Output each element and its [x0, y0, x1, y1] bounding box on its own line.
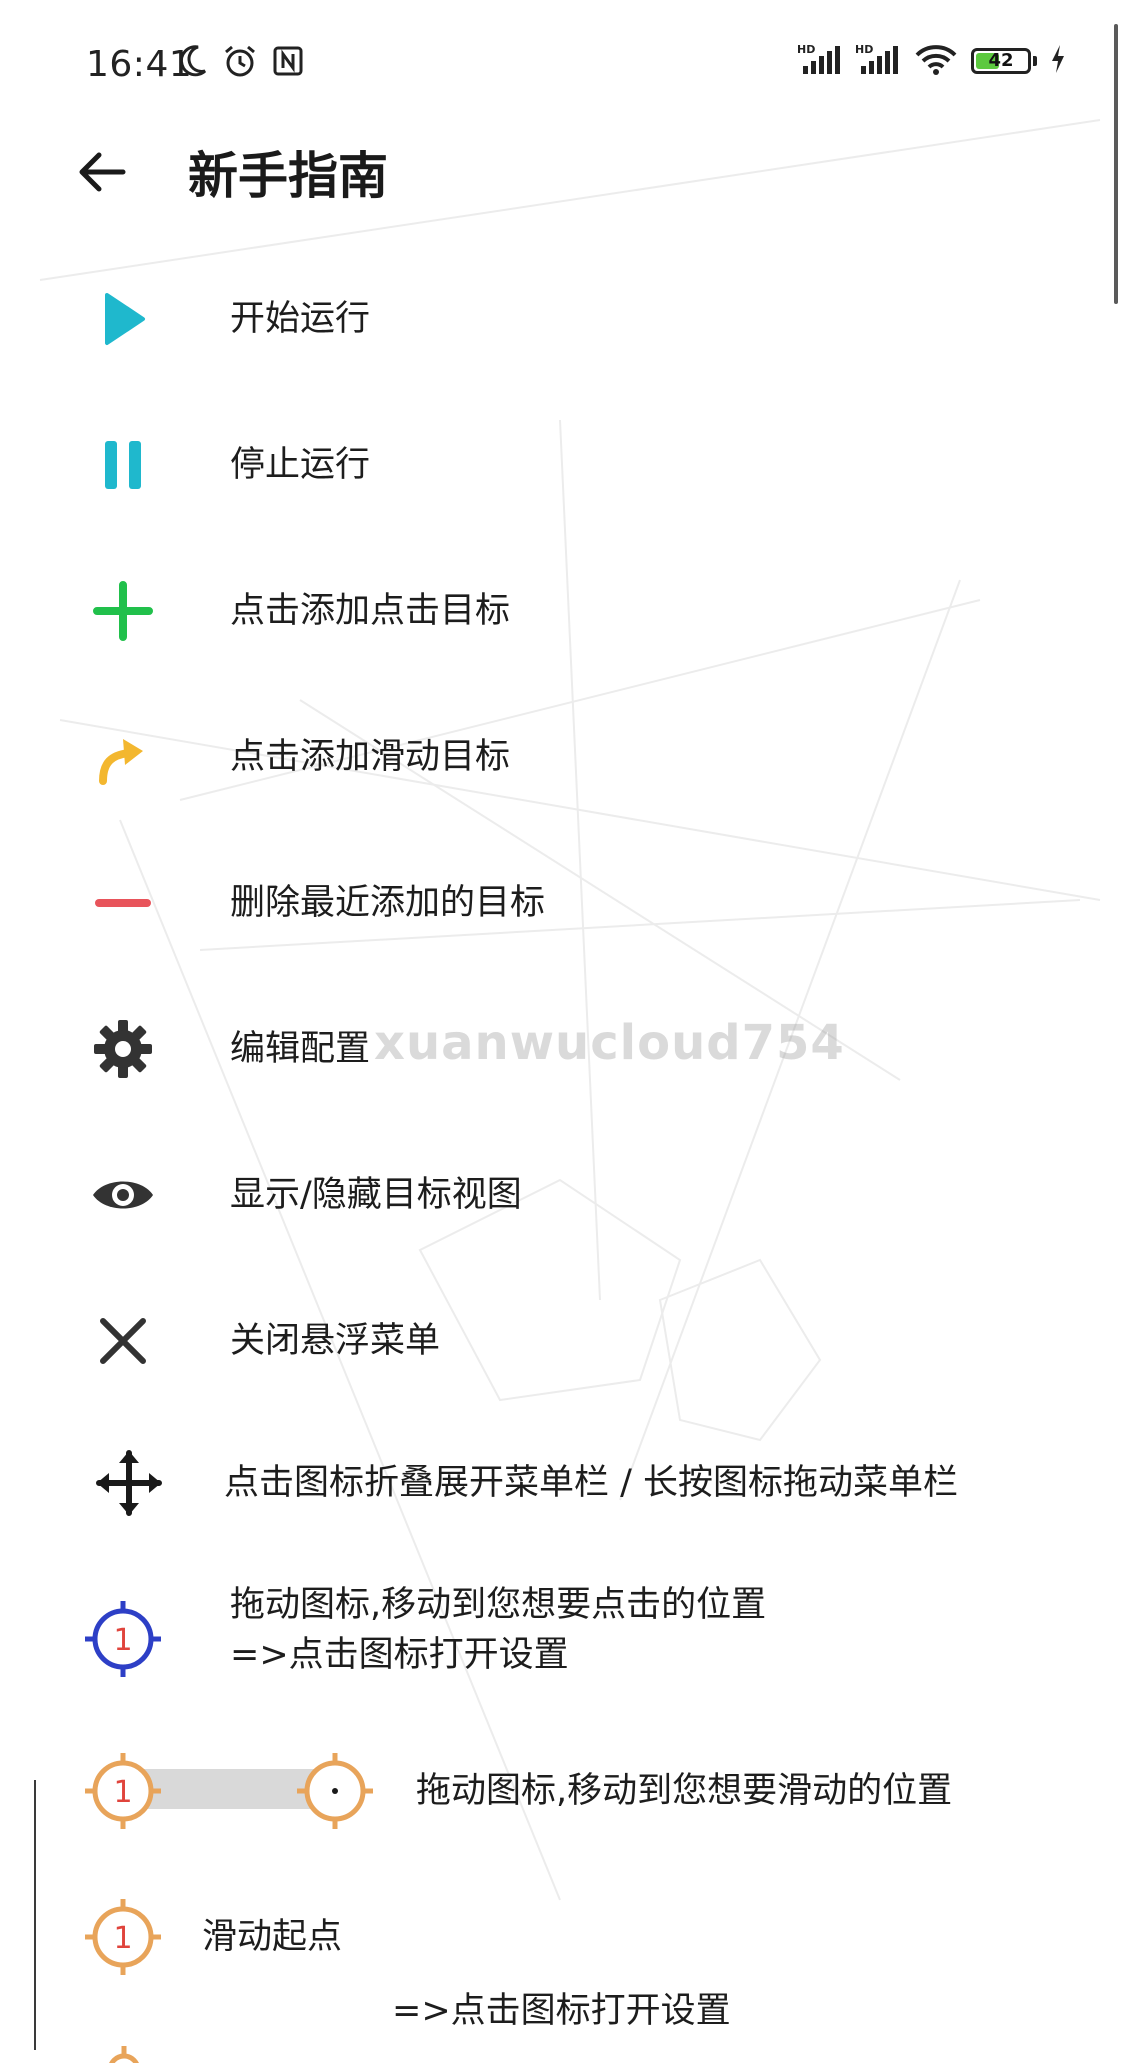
- status-time: 16:41: [86, 44, 193, 85]
- left-edge-line: [34, 1780, 36, 2050]
- swipe-start-target-icon: 1: [82, 1750, 164, 1832]
- swipe-end-target-icon: [294, 1750, 376, 1832]
- guide-item-add-click: 点击添加点击目标: [0, 566, 1139, 656]
- alarm-icon: [222, 44, 258, 82]
- partial-next-item-icon: [104, 2046, 144, 2063]
- crosshair-target-icon: 1: [82, 1598, 164, 1680]
- guide-item-delete: 删除最近添加的目标: [0, 858, 1139, 948]
- guide-item-label: 点击图标折叠展开菜单栏 / 长按图标拖动菜单栏: [224, 1463, 959, 1503]
- battery-icon: 42: [971, 48, 1037, 74]
- guide-item-sublabel: =>点击图标打开设置: [392, 1991, 731, 2031]
- battery-body: 42: [971, 48, 1031, 74]
- guide-item-label: 显示/隐藏目标视图: [230, 1175, 522, 1215]
- header: 新手指南: [0, 120, 1139, 220]
- guide-item-toggle-view: 显示/隐藏目标视图: [0, 1150, 1139, 1240]
- close-icon: [82, 1300, 164, 1382]
- guide-item-label: 关闭悬浮菜单: [230, 1321, 441, 1361]
- minus-icon: [82, 862, 164, 944]
- guide-item-label: 拖动图标,移动到您想要点击的位置: [230, 1585, 767, 1625]
- wifi-icon: [913, 42, 959, 80]
- move-icon: [88, 1442, 170, 1524]
- svg-text:HD: HD: [855, 43, 873, 56]
- arrow-left-icon: [79, 152, 126, 192]
- hd-signal-icon: HD: [797, 42, 843, 80]
- status-left-icons: [178, 44, 304, 82]
- guide-item-sublabel: =>点击图标打开设置: [230, 1635, 569, 1675]
- guide-item-label: 停止运行: [230, 445, 371, 485]
- pause-icon: [82, 424, 164, 506]
- guide-item-move-menu: 点击图标折叠展开菜单栏 / 长按图标拖动菜单栏: [0, 1438, 1139, 1528]
- watermark-text: xuanwucloud754: [374, 1015, 845, 1071]
- moon-icon: [178, 44, 208, 82]
- nfc-icon: [272, 44, 304, 82]
- battery-nub: [1033, 56, 1037, 66]
- guide-item-label: 点击添加滑动目标: [230, 737, 511, 777]
- guide-item-label: 拖动图标,移动到您想要滑动的位置: [416, 1771, 953, 1811]
- plus-icon: [82, 570, 164, 652]
- guide-item-click-target: 1 拖动图标,移动到您想要点击的位置 =>点击图标打开设置: [0, 1580, 1139, 1700]
- guide-item-label: 点击添加点击目标: [230, 591, 511, 631]
- page-title: 新手指南: [188, 147, 388, 205]
- hd-signal-icon: HD: [855, 42, 901, 80]
- guide-item-add-swipe: 点击添加滑动目标: [0, 712, 1139, 802]
- battery-level: 42: [988, 50, 1014, 71]
- guide-item-close-menu: 关闭悬浮菜单: [0, 1296, 1139, 1386]
- target-number: 1: [113, 1623, 132, 1658]
- guide-item-label: 滑动起点: [202, 1917, 343, 1957]
- status-bar: 16:41 HD HD 42: [0, 30, 1139, 100]
- status-right-icons: HD HD 42: [797, 42, 1067, 80]
- guide-item-label: 编辑配置: [230, 1029, 371, 1069]
- charging-icon: [1049, 42, 1067, 80]
- guide-screen: 16:41 HD HD 42 新手指南 开始运行 停止运行 点击添加点击目标 点…: [0, 0, 1139, 2063]
- guide-item-start: 开始运行: [0, 274, 1139, 364]
- svg-text:HD: HD: [797, 43, 815, 56]
- back-button[interactable]: [70, 140, 134, 204]
- guide-item-swipe-start: 1 滑动起点 =>点击图标打开设置: [0, 1890, 1139, 2040]
- guide-item-label: 删除最近添加的目标: [230, 883, 546, 923]
- guide-item-label: 开始运行: [230, 299, 371, 339]
- target-number: 1: [113, 1921, 132, 1956]
- gear-icon: [82, 1008, 164, 1090]
- target-number: 1: [113, 1775, 132, 1810]
- play-icon: [82, 278, 164, 360]
- guide-item-stop: 停止运行: [0, 420, 1139, 510]
- swipe-start-icon: 1: [82, 1896, 164, 1978]
- curved-arrow-icon: [82, 716, 164, 798]
- eye-icon: [82, 1154, 164, 1236]
- guide-item-swipe-target: 1 拖动图标,移动到您想要滑动的位置: [0, 1750, 1139, 1850]
- scrollbar[interactable]: [1114, 24, 1118, 304]
